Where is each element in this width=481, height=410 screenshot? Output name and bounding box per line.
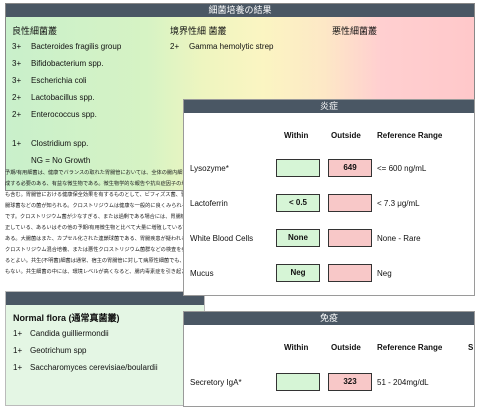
mucus-outside-cell (328, 264, 372, 282)
outside-column-header: Outside (331, 343, 361, 352)
list-item: 3+ Escherichia coli (12, 76, 87, 85)
list-item: 1+ Candida guilliermondii (13, 329, 109, 338)
wbc-outside-cell (328, 229, 372, 247)
mucus-label: Mucus (190, 269, 214, 278)
lactoferrin-label: Lactoferrin (190, 199, 228, 208)
malignant-flora-heading: 悪性細菌叢 (332, 26, 378, 36)
immunology-header: 免疫 (184, 312, 474, 325)
wbc-reference: None - Rare (377, 234, 421, 243)
explanation-text: 予期/有用細菌は、健康でバランスの取れた胃腸管においては、全体の腸内細菌叢を構成… (5, 170, 204, 275)
normal-flora-header (6, 292, 204, 305)
lactoferrin-outside-cell (328, 194, 372, 212)
list-item: 2+ Lactobacillus spp. (12, 93, 95, 102)
inflammation-panel: 炎症 Within Outside Reference Range Lysozy… (183, 99, 475, 296)
within-column-header: Within (284, 343, 309, 352)
list-item: 3+ Bifidobacterium spp. (12, 59, 104, 68)
outside-column-header: Outside (331, 131, 361, 140)
reference-range-column-header: Reference Range (377, 343, 443, 352)
list-item: 1+ Clostridium spp. (12, 139, 89, 148)
lysozyme-label: Lysozyme* (190, 164, 229, 173)
benign-flora-heading: 良性細菌叢 (12, 26, 58, 36)
wbc-within-cell: None (276, 229, 320, 247)
immunology-panel: 免疫 Within Outside Reference Range S Secr… (183, 311, 475, 407)
list-item: 1+ Geotrichum spp (13, 346, 87, 355)
lactoferrin-reference: < 7.3 μg/mL (377, 199, 420, 208)
culture-header: 細菌培養の結果 (6, 4, 474, 17)
iga-outside-cell: 323 (328, 373, 372, 391)
borderline-flora-heading: 境界性細 菌叢 (170, 26, 227, 36)
iga-reference: 51 - 204mg/dL (377, 378, 429, 387)
normal-flora-title: Normal flora (通常真菌叢) (13, 313, 120, 323)
list-item: 2+ Enterococcus spp. (12, 110, 97, 119)
mucus-reference: Neg (377, 269, 392, 278)
inflammation-header: 炎症 (184, 100, 474, 113)
lysozyme-outside-cell: 649 (328, 159, 372, 177)
wbc-label: White Blood Cells (190, 234, 254, 243)
lysozyme-reference: <= 600 ng/mL (377, 164, 427, 173)
iga-within-cell (276, 373, 320, 391)
list-item: NG = No Growth (31, 156, 91, 165)
lysozyme-within-cell (276, 159, 320, 177)
lactoferrin-within-cell: < 0.5 (276, 194, 320, 212)
list-item: 2+ Gamma hemolytic strep (170, 42, 274, 51)
list-item: 3+ Bacteroides fragilis group (12, 42, 122, 51)
within-column-header: Within (284, 131, 309, 140)
normal-flora-panel: Normal flora (通常真菌叢) 1+ Candida guillierm… (5, 291, 205, 406)
list-item: 1+ Saccharomyces cerevisiae/boulardii (13, 363, 158, 372)
truncated-column-header: S (468, 343, 474, 352)
reference-range-column-header: Reference Range (377, 131, 443, 140)
secretory-iga-label: Secretory IgA* (190, 378, 242, 387)
mucus-within-cell: Neg (276, 264, 320, 282)
